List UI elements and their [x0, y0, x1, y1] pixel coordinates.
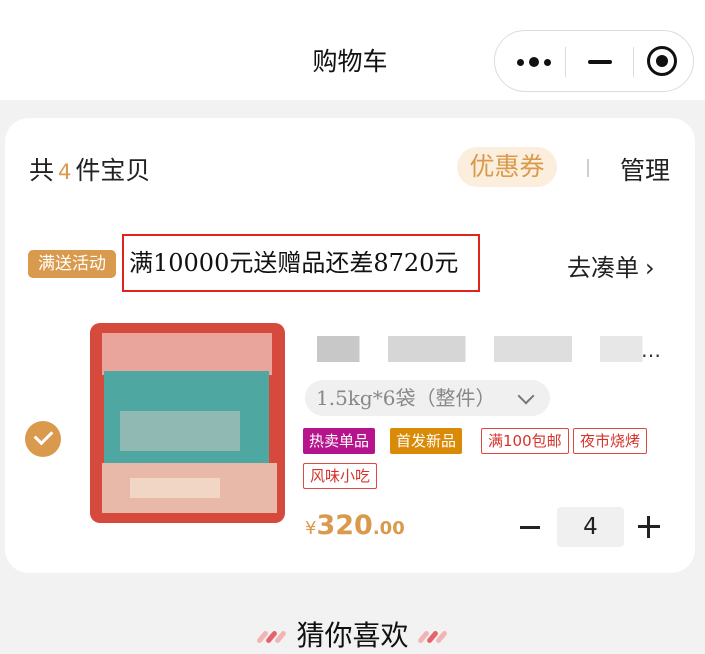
nav-header: 购物车 — [0, 0, 705, 100]
count-suffix: 件宝贝 — [75, 156, 151, 185]
product-title-blurred[interactable] — [317, 336, 671, 362]
minimize-icon[interactable] — [588, 60, 612, 64]
product-image[interactable] — [90, 323, 285, 523]
count-number: 4 — [58, 160, 72, 184]
tag-hot: 热卖单品 — [303, 428, 376, 454]
count-prefix: 共 — [29, 156, 55, 185]
go-bundle-link[interactable]: 去凑单 › — [567, 248, 655, 283]
capsule-divider — [633, 47, 634, 77]
recommend-title: 猜你喜欢 — [296, 619, 409, 652]
coupon-button[interactable]: 优惠券 — [457, 147, 557, 187]
quantity-input[interactable]: 4 — [557, 507, 624, 547]
spec-label: 1.5kg*6袋（整件） — [316, 386, 496, 410]
tag-night-bbq: 夜市烧烤 — [573, 428, 648, 454]
target-icon[interactable] — [647, 46, 677, 76]
mini-program-capsule — [494, 30, 694, 92]
item-checkbox-icon[interactable] — [25, 421, 61, 457]
price-integer: 320 — [316, 510, 373, 541]
spec-selector[interactable]: 1.5kg*6袋（整件） — [305, 380, 550, 416]
capsule-divider — [565, 47, 566, 77]
decoration-left-icon — [256, 630, 288, 644]
increase-icon[interactable] — [638, 516, 660, 538]
tag-snack: 风味小吃 — [303, 463, 378, 489]
cart-card: 共 4 件宝贝 优惠券 管理 满送活动 满10000元送赠品还差8720元 去凑单 ›… — [5, 118, 695, 573]
product-title-ellipsis: … — [641, 338, 661, 362]
promo-text: 满10000元送赠品还差8720元 — [122, 234, 480, 292]
price-symbol: ¥ — [305, 518, 317, 539]
decoration-right-icon — [416, 630, 448, 644]
go-bundle-label: 去凑单 — [567, 254, 639, 282]
recommend-heading: 猜你喜欢 — [0, 614, 705, 654]
divider — [587, 159, 589, 177]
manage-button[interactable]: 管理 — [620, 151, 670, 187]
more-dots-icon[interactable] — [515, 54, 555, 70]
tag-free-shipping: 满100包邮 — [481, 428, 569, 454]
price: ¥320.00 — [305, 510, 405, 541]
chevron-down-icon — [517, 387, 535, 405]
price-decimal: .00 — [372, 518, 405, 539]
tag-new: 首发新品 — [390, 428, 463, 454]
item-count: 共 4 件宝贝 — [29, 151, 150, 187]
promo-badge: 满送活动 — [28, 250, 116, 278]
decrease-icon[interactable] — [520, 526, 540, 529]
chevron-right-icon: › — [645, 254, 655, 282]
